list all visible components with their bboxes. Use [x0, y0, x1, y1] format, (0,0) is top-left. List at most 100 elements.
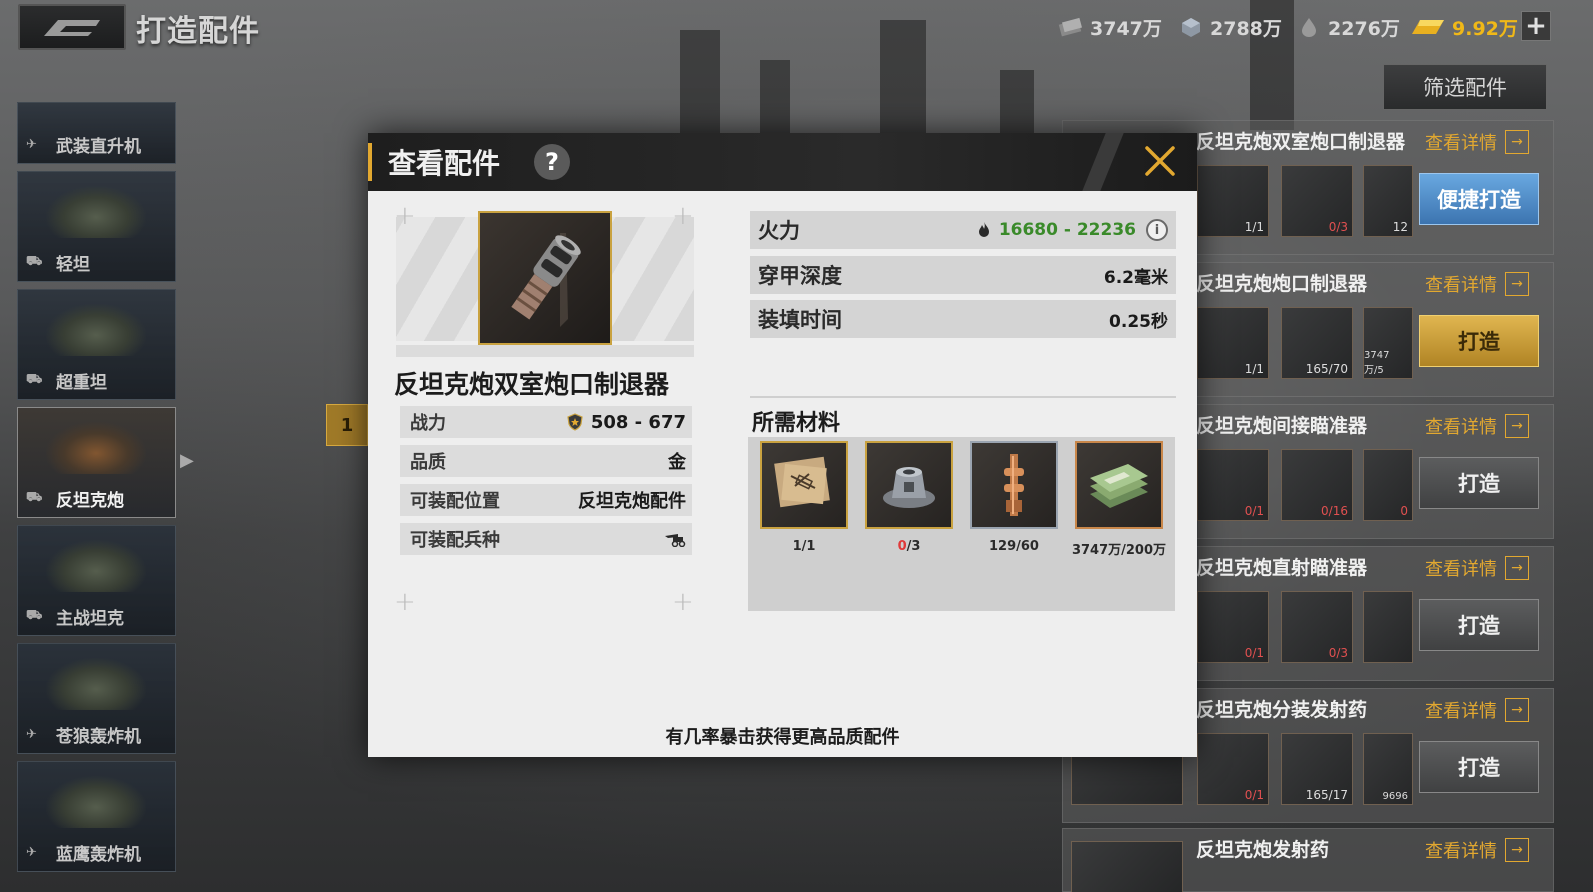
- reload-value: 0.25秒: [1109, 311, 1168, 332]
- view-details-link[interactable]: 查看详情 →: [1425, 413, 1529, 439]
- material-count: 0/1: [1244, 504, 1264, 518]
- gear-part-icon: [883, 467, 935, 508]
- stat-value: 16680 - 22236 i: [977, 219, 1168, 241]
- craft-button[interactable]: 打造: [1419, 741, 1539, 793]
- material-count: 0: [1400, 504, 1408, 518]
- stat-firepower: 火力 16680 - 22236 i: [750, 211, 1176, 249]
- modal-title: 查看配件: [388, 147, 501, 180]
- material-slot: 0/1: [1197, 449, 1269, 521]
- position-value: 反坦克炮配件: [578, 491, 686, 512]
- sidebar-item-super-heavy-tank[interactable]: ⛟ 超重坦: [17, 289, 176, 400]
- material-copper-rod[interactable]: [970, 441, 1058, 529]
- currency-oil: 2276万: [1296, 12, 1400, 42]
- material-count: 0/3: [897, 539, 921, 554]
- header-accent: [368, 143, 372, 181]
- info-icon[interactable]: i: [1146, 219, 1168, 241]
- sidebar-item-wolf-bomber[interactable]: ✈ 苍狼轰炸机: [17, 643, 176, 754]
- sidebar-item-label: 轻坦: [56, 255, 90, 275]
- have-count: 1: [792, 539, 802, 554]
- main-battle-tank-icon: ⛟: [26, 608, 43, 623]
- tank-thumbnail: [46, 540, 146, 592]
- material-slot: 0/16: [1281, 449, 1353, 521]
- material-count: 0/1: [1244, 646, 1264, 660]
- recipe-name: 反坦克炮直射瞄准器: [1196, 557, 1368, 579]
- tank-thumbnail: [46, 304, 146, 356]
- attr-value: 508 - 677: [567, 412, 686, 433]
- help-button[interactable]: ?: [534, 144, 570, 180]
- arrow-right-icon: →: [1505, 556, 1529, 580]
- sidebar-item-label-wrap: ✈ 武装直升机: [26, 132, 141, 157]
- close-icon: [1145, 146, 1175, 176]
- back-button[interactable]: [18, 4, 126, 50]
- part-image: [478, 211, 612, 345]
- gold-value: 9.92万: [1452, 17, 1518, 40]
- view-details-link[interactable]: 查看详情 →: [1425, 271, 1529, 297]
- craft-button[interactable]: 打造: [1419, 315, 1539, 367]
- crosshair-icon: +: [394, 587, 416, 617]
- material-count: 3747万/5: [1364, 350, 1390, 376]
- chevron-right-icon: ▶: [180, 450, 194, 471]
- attr-label: 战力: [410, 413, 446, 434]
- cash-stack-icon: [1090, 464, 1148, 508]
- add-gold-button[interactable]: +: [1521, 11, 1551, 41]
- helicopter-icon: ✈: [26, 137, 37, 152]
- recipe-card[interactable]: 反坦克炮发射药 查看详情 →: [1062, 828, 1554, 892]
- view-details-label: 查看详情: [1425, 417, 1497, 438]
- view-details-link[interactable]: 查看详情 →: [1425, 129, 1529, 155]
- sidebar-item-eagle-bomber[interactable]: ✈ 蓝鹰轰炸机: [17, 761, 176, 872]
- material-count: 0/3: [1328, 646, 1348, 660]
- quick-craft-button[interactable]: 便捷打造: [1419, 173, 1539, 225]
- sidebar-item-label-wrap: ⛟ 反坦克炮: [26, 486, 124, 511]
- view-details-label: 查看详情: [1425, 701, 1497, 722]
- currency-cash: 3747万: [1058, 12, 1162, 42]
- power-shield-icon: [567, 413, 583, 431]
- material-count: 1/1: [792, 539, 816, 554]
- material-count: 1/1: [1244, 220, 1264, 234]
- tank-thumbnail: [46, 422, 146, 474]
- arrow-right-icon: →: [1505, 838, 1529, 862]
- sidebar-item-label-wrap: ⛟ 轻坦: [26, 250, 90, 275]
- muzzle-brake-icon: [511, 233, 581, 327]
- product-slot: [1071, 841, 1183, 892]
- material-count: 0/3: [1328, 220, 1348, 234]
- view-details-link[interactable]: 查看详情 →: [1425, 697, 1529, 723]
- material-cash[interactable]: [1075, 441, 1163, 529]
- material-count: 12: [1392, 220, 1408, 234]
- craft-button[interactable]: 打造: [1419, 457, 1539, 509]
- material-gear-part[interactable]: [865, 441, 953, 529]
- recipe-name: 反坦克炮双室炮口制退器: [1196, 131, 1406, 153]
- material-blueprint[interactable]: [760, 441, 848, 529]
- material-slot: 1/1: [1197, 165, 1269, 237]
- power-value: 508 - 677: [590, 411, 686, 433]
- sidebar-item-helicopter[interactable]: ✈ 武装直升机: [17, 102, 176, 164]
- bomber-icon: ✈: [26, 845, 37, 860]
- sidebar-item-light-tank[interactable]: ⛟ 轻坦: [17, 171, 176, 282]
- crosshair-icon: +: [672, 587, 694, 617]
- close-button[interactable]: [1140, 141, 1180, 181]
- have-count: 0: [897, 539, 907, 554]
- currency-gold: 9.92万: [1410, 12, 1518, 42]
- filter-parts-button[interactable]: 筛选配件: [1383, 64, 1547, 110]
- sidebar-item-main-battle-tank[interactable]: ⛟ 主战坦克: [17, 525, 176, 636]
- level-badge: 1: [326, 404, 368, 446]
- unit-type-value: [664, 531, 686, 547]
- plane-thumbnail: [46, 658, 146, 710]
- cash-icon: [1058, 16, 1084, 38]
- flame-icon: [978, 222, 989, 237]
- view-details-link[interactable]: 查看详情 →: [1425, 555, 1529, 581]
- crosshair-icon: +: [394, 201, 416, 231]
- attr-quality: 品质 金: [400, 445, 692, 477]
- attr-label: 可装配兵种: [410, 530, 500, 551]
- recipe-name: 反坦克炮间接瞄准器: [1196, 415, 1368, 437]
- craft-button[interactable]: 打造: [1419, 599, 1539, 651]
- material-count: 9696: [1382, 791, 1408, 802]
- material-slot: 0/3: [1281, 591, 1353, 663]
- recipe-name: 反坦克炮分装发射药: [1196, 699, 1368, 721]
- crit-hint: 有几率暴击获得更高品质配件: [665, 727, 900, 748]
- sidebar-item-label: 蓝鹰轰炸机: [56, 845, 141, 865]
- part-name: 反坦克炮双室炮口制退器: [394, 370, 670, 399]
- header-stripe: [1082, 133, 1124, 191]
- view-details-link[interactable]: 查看详情 →: [1425, 837, 1529, 863]
- light-tank-icon: ⛟: [26, 254, 43, 269]
- sidebar-item-anti-tank-gun[interactable]: ⛟ 反坦克炮: [17, 407, 176, 518]
